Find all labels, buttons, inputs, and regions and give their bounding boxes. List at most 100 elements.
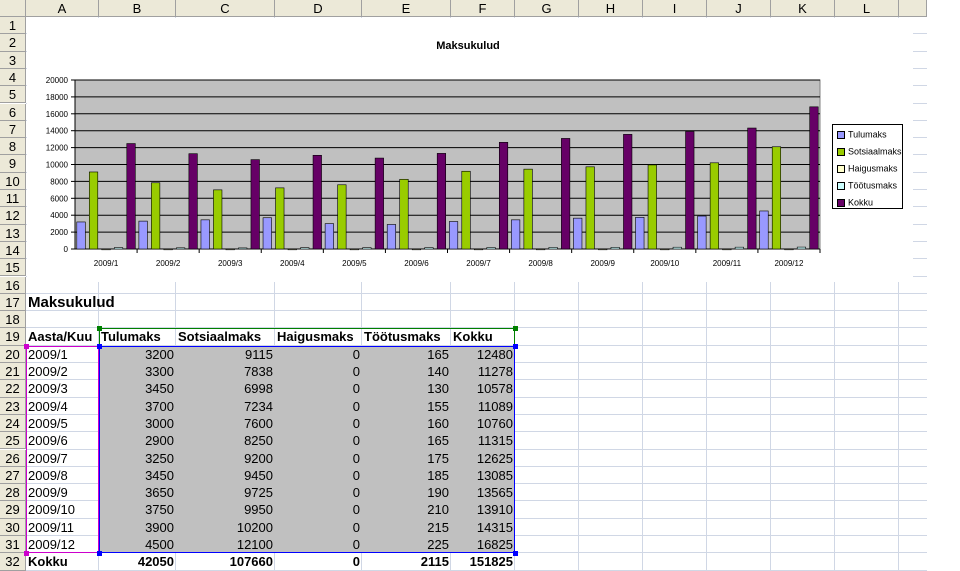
bar-haigusmaks — [598, 248, 608, 251]
total-cell[interactable]: 151825 — [451, 553, 515, 570]
column-header-h[interactable]: H — [579, 0, 643, 17]
bar-tulumaks — [76, 221, 86, 250]
row-header-13[interactable]: 13 — [0, 224, 26, 242]
x-tick-label: 2009/10 — [650, 259, 679, 268]
selection-handle[interactable] — [513, 551, 518, 557]
chart-legend: Tulumaks Sotsiaalmaks Haigusmaks Töötusmaks… — [832, 124, 903, 209]
select-all-corner[interactable] — [0, 0, 26, 17]
row-header-20[interactable]: 20 — [0, 345, 26, 363]
column-header-f[interactable]: F — [451, 0, 515, 17]
row-header-18[interactable]: 18 — [0, 311, 26, 329]
row-header-2[interactable]: 2 — [0, 34, 26, 52]
x-tick-label: 2009/8 — [528, 259, 553, 268]
row-header-3[interactable]: 3 — [0, 51, 26, 69]
row-header-7[interactable]: 7 — [0, 120, 26, 139]
bar-tulumaks — [697, 215, 707, 250]
row-header-21[interactable]: 21 — [0, 363, 26, 381]
column-header-j[interactable]: J — [707, 0, 771, 17]
bar-tulumaks — [386, 224, 397, 250]
row-header-11[interactable]: 11 — [0, 190, 26, 208]
column-header-a[interactable]: A — [26, 0, 99, 17]
total-cell[interactable]: Kokku — [26, 553, 99, 570]
selection-handle[interactable] — [513, 343, 518, 349]
spreadsheet[interactable]: ABCDEFGHIJKL 1 2 3 4 5 6 7 8 9 10 11 12 13 14 15 16 17 18… — [0, 0, 960, 571]
selection-handle[interactable] — [97, 551, 102, 557]
column-header-d[interactable]: D — [275, 0, 362, 17]
legend-label: Kokku — [848, 197, 874, 208]
bar-kokku — [623, 134, 633, 250]
bar-tulumaks — [324, 223, 334, 250]
row-header-30[interactable]: 30 — [0, 518, 26, 536]
row-header-31[interactable]: 31 — [0, 536, 26, 554]
bar-haigusmaks — [225, 248, 235, 251]
row-header-23[interactable]: 23 — [0, 397, 26, 415]
row-header-27[interactable]: 27 — [0, 466, 26, 485]
total-cell[interactable]: 2115 — [362, 553, 451, 570]
column-header-g[interactable]: G — [515, 0, 579, 17]
bar-kokku — [498, 142, 509, 250]
bar-kokku — [561, 138, 571, 250]
row-header-5[interactable]: 5 — [0, 86, 26, 104]
bar-sotsiaalmaks — [523, 168, 533, 250]
legend-swatch — [837, 130, 845, 139]
bar-kokku — [126, 143, 136, 250]
y-tick-label: 2000 — [50, 228, 68, 237]
row-header-26[interactable]: 26 — [0, 449, 26, 467]
bar-kokku — [685, 131, 695, 250]
selection-handle[interactable] — [97, 343, 102, 349]
bar-töötusmaks — [610, 247, 620, 250]
bar-tulumaks — [511, 219, 521, 250]
selection-handle[interactable] — [97, 326, 102, 332]
bar-töötusmaks — [238, 247, 248, 250]
total-cell[interactable]: 42050 — [99, 553, 176, 570]
total-cell[interactable]: 107660 — [176, 553, 275, 570]
series-name-range — [99, 328, 515, 347]
row-header-1[interactable]: 1 — [0, 17, 26, 35]
x-tick-label: 2009/6 — [404, 259, 429, 268]
column-header-k[interactable]: K — [771, 0, 835, 17]
y-tick-label: 20000 — [46, 76, 69, 85]
column-header-l[interactable]: L — [835, 0, 899, 17]
bar-haigusmaks — [287, 248, 297, 251]
bar-sotsiaalmaks — [461, 170, 471, 250]
column-header-e[interactable]: E — [362, 0, 451, 17]
bar-haigusmaks — [473, 248, 484, 251]
column-header-filler — [899, 0, 927, 17]
row-header-28[interactable]: 28 — [0, 484, 26, 502]
row-header-32[interactable]: 32 — [0, 553, 26, 571]
row-header-14[interactable]: 14 — [0, 241, 26, 260]
bar-haigusmaks — [722, 248, 732, 251]
row-header-22[interactable]: 22 — [0, 380, 26, 398]
row-header-25[interactable]: 25 — [0, 432, 26, 450]
row-header-4[interactable]: 4 — [0, 68, 26, 87]
selection-handle[interactable] — [24, 551, 29, 557]
legend-item: Tulumaks — [837, 129, 887, 140]
row-header-15[interactable]: 15 — [0, 259, 26, 277]
row-header-19[interactable]: 19 — [0, 328, 26, 346]
table-header-cell[interactable]: Aasta/Kuu — [26, 328, 99, 345]
bar-sotsiaalmaks — [399, 178, 409, 250]
row-header-24[interactable]: 24 — [0, 414, 26, 433]
row-header-29[interactable]: 29 — [0, 501, 26, 519]
selection-handle[interactable] — [513, 326, 518, 332]
bar-tulumaks — [573, 217, 583, 250]
bar-tulumaks — [759, 210, 769, 250]
total-cell[interactable]: 0 — [275, 553, 362, 570]
row-header-17[interactable]: 17 — [0, 293, 26, 312]
selection-handle[interactable] — [24, 343, 29, 349]
y-tick-label: 14000 — [46, 127, 69, 136]
row-header-16[interactable]: 16 — [0, 276, 26, 294]
section-title[interactable]: Maksukulud — [26, 294, 226, 311]
row-header-10[interactable]: 10 — [0, 172, 26, 190]
row-header-8[interactable]: 8 — [0, 138, 26, 156]
column-header-b[interactable]: B — [99, 0, 176, 17]
row-header-6[interactable]: 6 — [0, 103, 26, 121]
bar-haigusmaks — [349, 248, 359, 251]
x-tick-label: 2009/7 — [466, 259, 491, 268]
row-header-9[interactable]: 9 — [0, 155, 26, 173]
embedded-chart[interactable]: Maksukulud 0 2000 4000 6000 8000 10000 12000 14… — [27, 18, 913, 282]
legend-label: Tulumaks — [848, 129, 887, 140]
row-header-12[interactable]: 12 — [0, 207, 26, 225]
column-header-i[interactable]: I — [643, 0, 707, 17]
column-header-c[interactable]: C — [176, 0, 275, 17]
